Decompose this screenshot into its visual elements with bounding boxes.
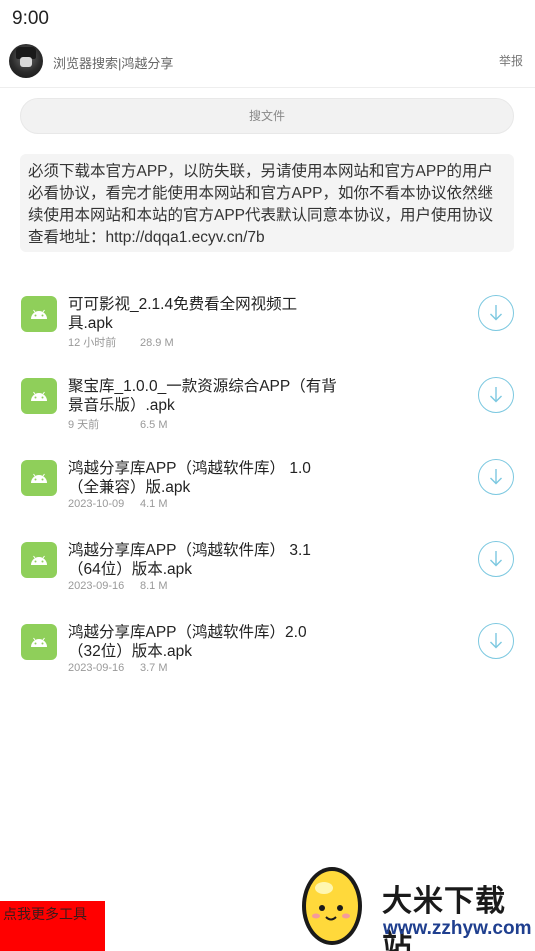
- file-name[interactable]: 鸿越分享库APP（鸿越软件库） 3.1（64位）版本.apk: [68, 541, 338, 579]
- watermark-url: www.zzhyw.com: [383, 918, 532, 939]
- android-icon: [21, 378, 57, 414]
- android-icon: [21, 624, 57, 660]
- file-name[interactable]: 可可影视_2.1.4免费看全网视频工具.apk: [68, 295, 338, 333]
- download-icon: [490, 387, 502, 403]
- android-icon: [21, 460, 57, 496]
- file-meta: 2023-09-16 8.1 M: [68, 580, 168, 592]
- file-meta: 9 天前 6.5 M: [68, 416, 168, 432]
- file-time: 9 天前: [68, 419, 100, 431]
- download-button[interactable]: [478, 459, 514, 495]
- file-size: 8.1 M: [140, 580, 168, 592]
- file-name[interactable]: 聚宝库_1.0.0_一款资源综合APP（有背景音乐版）.apk: [68, 377, 338, 415]
- share-header: 浏览器搜索|鸿越分享 举报: [0, 40, 535, 88]
- download-button[interactable]: [478, 377, 514, 413]
- file-time: 2023-09-16: [68, 662, 125, 674]
- file-size: 28.9 M: [140, 337, 174, 349]
- download-button[interactable]: [478, 541, 514, 577]
- file-size: 3.7 M: [140, 662, 168, 674]
- download-icon: [490, 305, 502, 321]
- file-size: 6.5 M: [140, 419, 168, 431]
- download-icon: [490, 633, 502, 649]
- file-time: 2023-10-09: [68, 498, 125, 510]
- file-meta: 2023-09-16 3.7 M: [68, 662, 168, 674]
- download-button[interactable]: [478, 623, 514, 659]
- download-icon: [490, 469, 502, 485]
- status-bar: 9:00: [0, 0, 535, 36]
- file-meta: 12 小时前 28.9 M: [68, 334, 174, 350]
- mascot-logo-icon: [302, 867, 362, 945]
- more-tools-button[interactable]: 点我更多工具: [0, 901, 105, 951]
- android-icon: [21, 296, 57, 332]
- avatar[interactable]: [9, 44, 43, 78]
- file-name[interactable]: 鸿越分享库APP（鸿越软件库）2.0（32位）版本.apk: [68, 623, 338, 661]
- file-name[interactable]: 鸿越分享库APP（鸿越软件库） 1.0（全兼容）版.apk: [68, 459, 338, 497]
- file-item[interactable]: 聚宝库_1.0.0_一款资源综合APP（有背景音乐版）.apk 9 天前 6.5 …: [0, 368, 535, 450]
- file-item[interactable]: 可可影视_2.1.4免费看全网视频工具.apk 12 小时前 28.9 M: [0, 286, 535, 368]
- file-time: 2023-09-16: [68, 580, 125, 592]
- search-files-button[interactable]: 搜文件: [20, 98, 514, 134]
- file-meta: 2023-10-09 4.1 M: [68, 498, 168, 510]
- file-size: 4.1 M: [140, 498, 168, 510]
- file-time: 12 小时前: [68, 337, 117, 349]
- android-icon: [21, 542, 57, 578]
- status-time: 9:00: [12, 8, 49, 29]
- file-list: 可可影视_2.1.4免费看全网视频工具.apk 12 小时前 28.9 M 聚宝库…: [0, 286, 535, 696]
- more-tools-label: 点我更多工具: [3, 906, 87, 922]
- report-link[interactable]: 举报: [499, 52, 523, 69]
- download-button[interactable]: [478, 295, 514, 331]
- share-title: 浏览器搜索|鸿越分享: [53, 56, 174, 71]
- file-item[interactable]: 鸿越分享库APP（鸿越软件库）2.0（32位）版本.apk 2023-09-16…: [0, 614, 535, 696]
- notice-text: 必须下载本官方APP，以防失联，另请使用本网站和官方APP的用户必看协议，看完才…: [20, 154, 514, 252]
- download-icon: [490, 551, 502, 567]
- search-label: 搜文件: [248, 109, 285, 123]
- file-item[interactable]: 鸿越分享库APP（鸿越软件库） 3.1（64位）版本.apk 2023-09-1…: [0, 532, 535, 614]
- file-item[interactable]: 鸿越分享库APP（鸿越软件库） 1.0（全兼容）版.apk 2023-10-09…: [0, 450, 535, 532]
